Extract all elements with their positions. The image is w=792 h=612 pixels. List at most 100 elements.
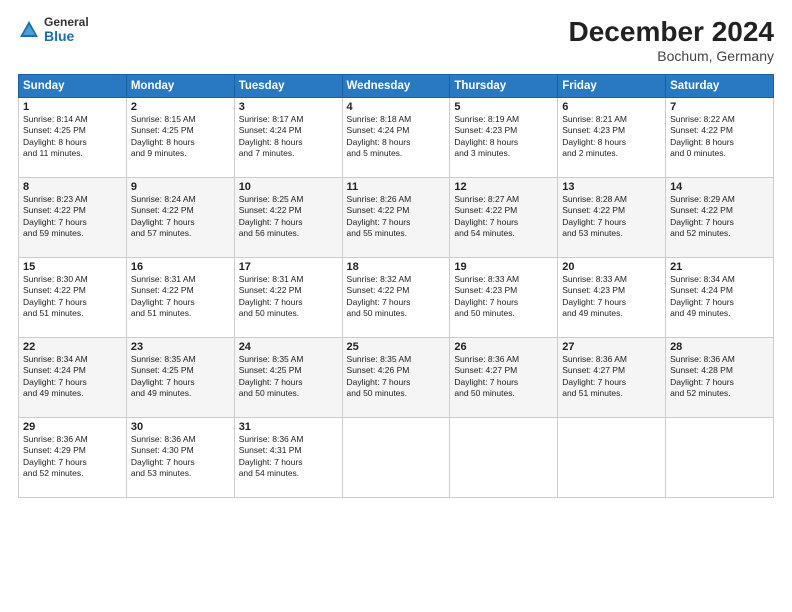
day-info: Sunrise: 8:36 AM Sunset: 4:27 PM Dayligh… — [562, 354, 661, 400]
week-row-4: 22Sunrise: 8:34 AM Sunset: 4:24 PM Dayli… — [19, 338, 774, 418]
day-number: 13 — [562, 181, 661, 193]
day-info: Sunrise: 8:31 AM Sunset: 4:22 PM Dayligh… — [239, 274, 338, 320]
calendar-cell: 10Sunrise: 8:25 AM Sunset: 4:22 PM Dayli… — [234, 178, 342, 258]
day-info: Sunrise: 8:35 AM Sunset: 4:25 PM Dayligh… — [131, 354, 230, 400]
calendar-cell: 3Sunrise: 8:17 AM Sunset: 4:24 PM Daylig… — [234, 98, 342, 178]
calendar-cell: 14Sunrise: 8:29 AM Sunset: 4:22 PM Dayli… — [666, 178, 774, 258]
day-info: Sunrise: 8:17 AM Sunset: 4:24 PM Dayligh… — [239, 114, 338, 160]
calendar-cell: 27Sunrise: 8:36 AM Sunset: 4:27 PM Dayli… — [558, 338, 666, 418]
day-info: Sunrise: 8:36 AM Sunset: 4:27 PM Dayligh… — [454, 354, 553, 400]
day-info: Sunrise: 8:21 AM Sunset: 4:23 PM Dayligh… — [562, 114, 661, 160]
day-info: Sunrise: 8:14 AM Sunset: 4:25 PM Dayligh… — [23, 114, 122, 160]
calendar-cell: 1Sunrise: 8:14 AM Sunset: 4:25 PM Daylig… — [19, 98, 127, 178]
day-info: Sunrise: 8:15 AM Sunset: 4:25 PM Dayligh… — [131, 114, 230, 160]
day-number: 5 — [454, 101, 553, 113]
calendar-cell: 13Sunrise: 8:28 AM Sunset: 4:22 PM Dayli… — [558, 178, 666, 258]
day-number: 15 — [23, 261, 122, 273]
logo-blue: Blue — [44, 29, 89, 44]
day-number: 11 — [347, 181, 446, 193]
day-info: Sunrise: 8:34 AM Sunset: 4:24 PM Dayligh… — [23, 354, 122, 400]
calendar-cell: 20Sunrise: 8:33 AM Sunset: 4:23 PM Dayli… — [558, 258, 666, 338]
day-number: 20 — [562, 261, 661, 273]
calendar-cell: 11Sunrise: 8:26 AM Sunset: 4:22 PM Dayli… — [342, 178, 450, 258]
week-row-1: 1Sunrise: 8:14 AM Sunset: 4:25 PM Daylig… — [19, 98, 774, 178]
day-number: 1 — [23, 101, 122, 113]
day-info: Sunrise: 8:36 AM Sunset: 4:30 PM Dayligh… — [131, 434, 230, 480]
calendar-cell: 28Sunrise: 8:36 AM Sunset: 4:28 PM Dayli… — [666, 338, 774, 418]
day-number: 14 — [670, 181, 769, 193]
day-info: Sunrise: 8:22 AM Sunset: 4:22 PM Dayligh… — [670, 114, 769, 160]
col-tuesday: Tuesday — [234, 75, 342, 98]
day-info: Sunrise: 8:33 AM Sunset: 4:23 PM Dayligh… — [454, 274, 553, 320]
day-number: 28 — [670, 341, 769, 353]
day-info: Sunrise: 8:29 AM Sunset: 4:22 PM Dayligh… — [670, 194, 769, 240]
day-info: Sunrise: 8:24 AM Sunset: 4:22 PM Dayligh… — [131, 194, 230, 240]
calendar-cell: 17Sunrise: 8:31 AM Sunset: 4:22 PM Dayli… — [234, 258, 342, 338]
day-number: 25 — [347, 341, 446, 353]
day-info: Sunrise: 8:34 AM Sunset: 4:24 PM Dayligh… — [670, 274, 769, 320]
day-number: 24 — [239, 341, 338, 353]
calendar-cell: 16Sunrise: 8:31 AM Sunset: 4:22 PM Dayli… — [126, 258, 234, 338]
week-row-2: 8Sunrise: 8:23 AM Sunset: 4:22 PM Daylig… — [19, 178, 774, 258]
title-block: December 2024 Bochum, Germany — [569, 16, 774, 64]
day-number: 18 — [347, 261, 446, 273]
calendar-cell — [558, 418, 666, 498]
day-info: Sunrise: 8:18 AM Sunset: 4:24 PM Dayligh… — [347, 114, 446, 160]
calendar-table: Sunday Monday Tuesday Wednesday Thursday… — [18, 74, 774, 498]
calendar-cell: 21Sunrise: 8:34 AM Sunset: 4:24 PM Dayli… — [666, 258, 774, 338]
week-row-5: 29Sunrise: 8:36 AM Sunset: 4:29 PM Dayli… — [19, 418, 774, 498]
calendar-cell: 26Sunrise: 8:36 AM Sunset: 4:27 PM Dayli… — [450, 338, 558, 418]
calendar-cell: 2Sunrise: 8:15 AM Sunset: 4:25 PM Daylig… — [126, 98, 234, 178]
day-number: 4 — [347, 101, 446, 113]
day-info: Sunrise: 8:19 AM Sunset: 4:23 PM Dayligh… — [454, 114, 553, 160]
calendar-cell — [450, 418, 558, 498]
calendar-cell: 12Sunrise: 8:27 AM Sunset: 4:22 PM Dayli… — [450, 178, 558, 258]
day-info: Sunrise: 8:27 AM Sunset: 4:22 PM Dayligh… — [454, 194, 553, 240]
calendar-cell: 7Sunrise: 8:22 AM Sunset: 4:22 PM Daylig… — [666, 98, 774, 178]
day-info: Sunrise: 8:31 AM Sunset: 4:22 PM Dayligh… — [131, 274, 230, 320]
day-info: Sunrise: 8:32 AM Sunset: 4:22 PM Dayligh… — [347, 274, 446, 320]
day-number: 7 — [670, 101, 769, 113]
calendar-cell: 24Sunrise: 8:35 AM Sunset: 4:25 PM Dayli… — [234, 338, 342, 418]
col-friday: Friday — [558, 75, 666, 98]
day-number: 22 — [23, 341, 122, 353]
calendar-cell: 30Sunrise: 8:36 AM Sunset: 4:30 PM Dayli… — [126, 418, 234, 498]
day-number: 2 — [131, 101, 230, 113]
col-sunday: Sunday — [19, 75, 127, 98]
day-info: Sunrise: 8:23 AM Sunset: 4:22 PM Dayligh… — [23, 194, 122, 240]
day-number: 9 — [131, 181, 230, 193]
day-number: 6 — [562, 101, 661, 113]
logo-icon — [18, 19, 40, 41]
day-number: 19 — [454, 261, 553, 273]
calendar-cell: 29Sunrise: 8:36 AM Sunset: 4:29 PM Dayli… — [19, 418, 127, 498]
day-number: 30 — [131, 421, 230, 433]
day-info: Sunrise: 8:25 AM Sunset: 4:22 PM Dayligh… — [239, 194, 338, 240]
calendar-cell: 15Sunrise: 8:30 AM Sunset: 4:22 PM Dayli… — [19, 258, 127, 338]
day-info: Sunrise: 8:35 AM Sunset: 4:25 PM Dayligh… — [239, 354, 338, 400]
calendar-cell: 8Sunrise: 8:23 AM Sunset: 4:22 PM Daylig… — [19, 178, 127, 258]
day-info: Sunrise: 8:36 AM Sunset: 4:31 PM Dayligh… — [239, 434, 338, 480]
logo-text: General Blue — [44, 16, 89, 45]
calendar-cell: 18Sunrise: 8:32 AM Sunset: 4:22 PM Dayli… — [342, 258, 450, 338]
calendar-cell: 25Sunrise: 8:35 AM Sunset: 4:26 PM Dayli… — [342, 338, 450, 418]
calendar-cell: 31Sunrise: 8:36 AM Sunset: 4:31 PM Dayli… — [234, 418, 342, 498]
day-number: 3 — [239, 101, 338, 113]
header-row: Sunday Monday Tuesday Wednesday Thursday… — [19, 75, 774, 98]
calendar-cell — [342, 418, 450, 498]
page-title: December 2024 — [569, 16, 774, 48]
calendar-cell: 22Sunrise: 8:34 AM Sunset: 4:24 PM Dayli… — [19, 338, 127, 418]
day-number: 23 — [131, 341, 230, 353]
day-info: Sunrise: 8:26 AM Sunset: 4:22 PM Dayligh… — [347, 194, 446, 240]
col-wednesday: Wednesday — [342, 75, 450, 98]
logo: General Blue — [18, 16, 89, 45]
day-info: Sunrise: 8:33 AM Sunset: 4:23 PM Dayligh… — [562, 274, 661, 320]
calendar-cell: 23Sunrise: 8:35 AM Sunset: 4:25 PM Dayli… — [126, 338, 234, 418]
day-info: Sunrise: 8:35 AM Sunset: 4:26 PM Dayligh… — [347, 354, 446, 400]
day-number: 10 — [239, 181, 338, 193]
day-info: Sunrise: 8:36 AM Sunset: 4:28 PM Dayligh… — [670, 354, 769, 400]
calendar-cell: 6Sunrise: 8:21 AM Sunset: 4:23 PM Daylig… — [558, 98, 666, 178]
day-number: 27 — [562, 341, 661, 353]
day-info: Sunrise: 8:30 AM Sunset: 4:22 PM Dayligh… — [23, 274, 122, 320]
day-number: 16 — [131, 261, 230, 273]
day-number: 31 — [239, 421, 338, 433]
